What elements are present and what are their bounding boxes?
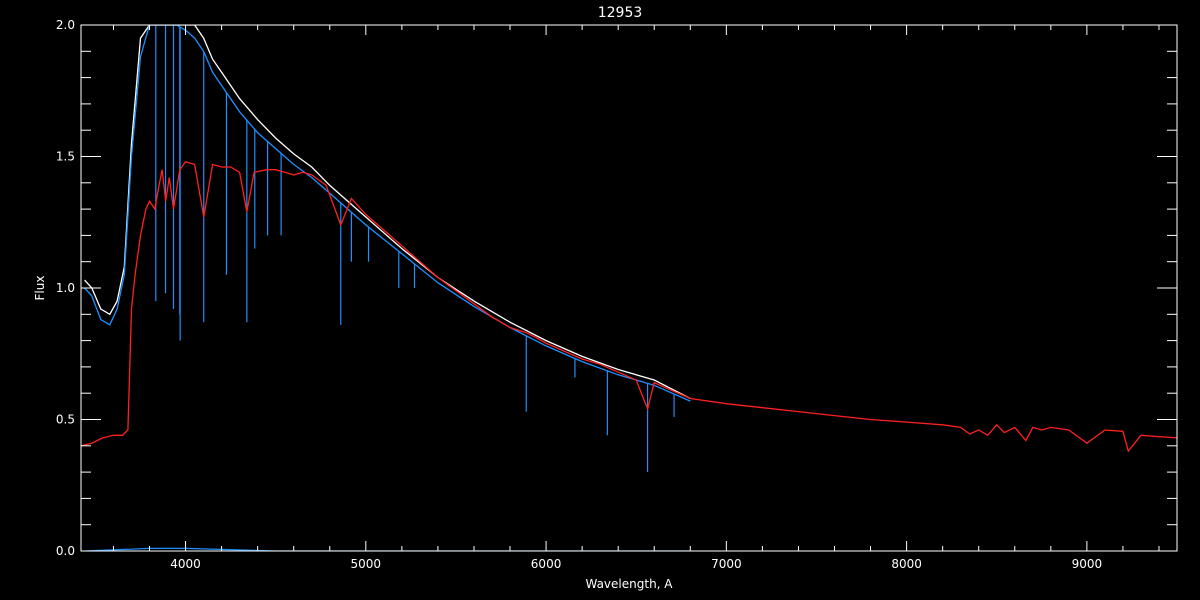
y-tick-label: 1.5 bbox=[56, 150, 75, 164]
y-tick-label: 0.0 bbox=[56, 544, 75, 558]
x-axis-label: Wavelength, A bbox=[585, 577, 673, 591]
spectrum-chart: 4000 5000 6000 7000 8000 90000.00.51.01.52.0 … bbox=[0, 0, 1200, 600]
x-tick-label: 5000 bbox=[351, 557, 382, 571]
y-tick-label: 2.0 bbox=[56, 18, 75, 32]
x-tick-label: 9000 bbox=[1072, 557, 1103, 571]
x-tick-label: 8000 bbox=[891, 557, 922, 571]
x-tick-label: 7000 bbox=[711, 557, 742, 571]
x-tick-label: 6000 bbox=[531, 557, 562, 571]
y-tick-label: 0.5 bbox=[56, 413, 75, 427]
x-tick-label: 4000 bbox=[170, 557, 201, 571]
y-axis-label: Flux bbox=[33, 276, 47, 301]
y-tick-label: 1.0 bbox=[56, 281, 75, 295]
chart-title: 12953 bbox=[598, 5, 643, 21]
